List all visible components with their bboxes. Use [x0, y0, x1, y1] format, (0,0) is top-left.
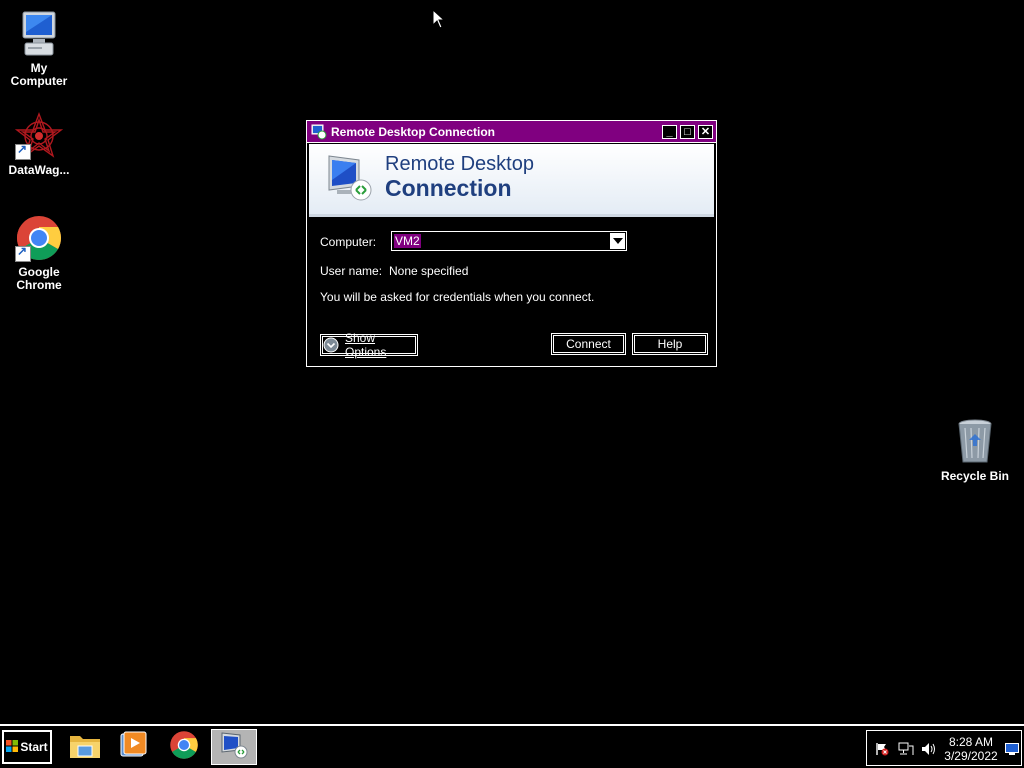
show-desktop-icon[interactable]	[1005, 742, 1019, 760]
taskbar-media-player[interactable]	[110, 729, 156, 765]
chrome-icon	[15, 214, 63, 262]
desktop-icon-label: Recycle Bin	[940, 469, 1010, 483]
help-button[interactable]: Help	[632, 333, 708, 355]
connect-button[interactable]: Connect	[551, 333, 626, 355]
show-options-label: Show Options	[345, 331, 387, 359]
my-computer-icon	[15, 10, 63, 58]
desktop-icon-recycle-bin[interactable]: Recycle Bin	[937, 418, 1013, 483]
dialog-title: Remote Desktop Connection	[331, 124, 496, 139]
taskbar-file-explorer[interactable]	[62, 729, 108, 765]
desktop-icon-label: Google Chrome	[16, 265, 62, 292]
taskbar-chrome[interactable]	[161, 729, 207, 765]
desktop-icon-chrome[interactable]: Google Chrome	[1, 214, 77, 292]
network-icon[interactable]	[898, 742, 914, 761]
desktop-icon-label: DataWag...	[8, 163, 70, 177]
clock-date: 3/29/2022	[944, 749, 998, 763]
remote-desktop-icon	[311, 124, 327, 140]
computer-input-value[interactable]: VM2	[394, 234, 421, 248]
minimize-button[interactable]: _	[662, 124, 677, 139]
chrome-icon	[169, 730, 199, 765]
maximize-button[interactable]: □	[680, 124, 695, 139]
remote-desktop-monitor-icon	[325, 152, 375, 202]
start-label: Start	[20, 740, 48, 754]
action-center-flag-icon[interactable]	[875, 742, 889, 761]
show-options-button[interactable]: Show Options	[320, 331, 418, 359]
mouse-cursor-icon	[432, 8, 446, 34]
banner-title-line2: Connection	[385, 175, 512, 201]
taskbar-remote-desktop[interactable]	[211, 729, 257, 765]
dialog-titlebar[interactable]: Remote Desktop Connection _ □ ✕	[307, 121, 716, 143]
clock[interactable]: 8:28 AM 3/29/2022	[939, 735, 1003, 763]
volume-icon[interactable]	[921, 742, 937, 761]
clock-time: 8:28 AM	[948, 735, 994, 749]
banner-title-line1: Remote Desktop	[385, 153, 534, 175]
windows-logo-icon	[6, 739, 19, 755]
computer-combobox[interactable]: VM2	[391, 231, 627, 251]
chevron-down-circle-icon	[323, 337, 339, 353]
start-button[interactable]: Start	[2, 730, 52, 764]
dialog-banner: Remote Desktop Connection	[309, 144, 714, 217]
chevron-down-icon[interactable]	[609, 233, 625, 249]
media-player-icon	[118, 730, 148, 765]
credentials-note: You will be asked for credentials when y…	[320, 290, 595, 304]
taskbar: Start 8:28 AM 3/29/2022	[0, 724, 1024, 768]
recycle-bin-icon	[951, 418, 999, 466]
desktop-icon-datawag[interactable]: DataWag...	[1, 112, 77, 177]
remote-desktop-icon	[219, 730, 249, 765]
desktop-icon-label: My Computer	[10, 61, 68, 88]
shortcut-arrow-icon	[15, 244, 31, 262]
datawag-icon	[14, 112, 64, 160]
desktop-icon-my-computer[interactable]: My Computer	[1, 10, 77, 88]
remote-desktop-dialog: Remote Desktop Connection _ □ ✕ Remote D…	[306, 120, 717, 367]
system-tray: 8:28 AM 3/29/2022	[866, 730, 1022, 766]
computer-label: Computer:	[320, 235, 377, 249]
file-explorer-icon	[68, 730, 102, 765]
username-value: None specified	[389, 264, 469, 278]
username-label: User name:	[320, 264, 383, 278]
shortcut-arrow-icon	[15, 142, 31, 160]
close-button[interactable]: ✕	[698, 124, 713, 139]
